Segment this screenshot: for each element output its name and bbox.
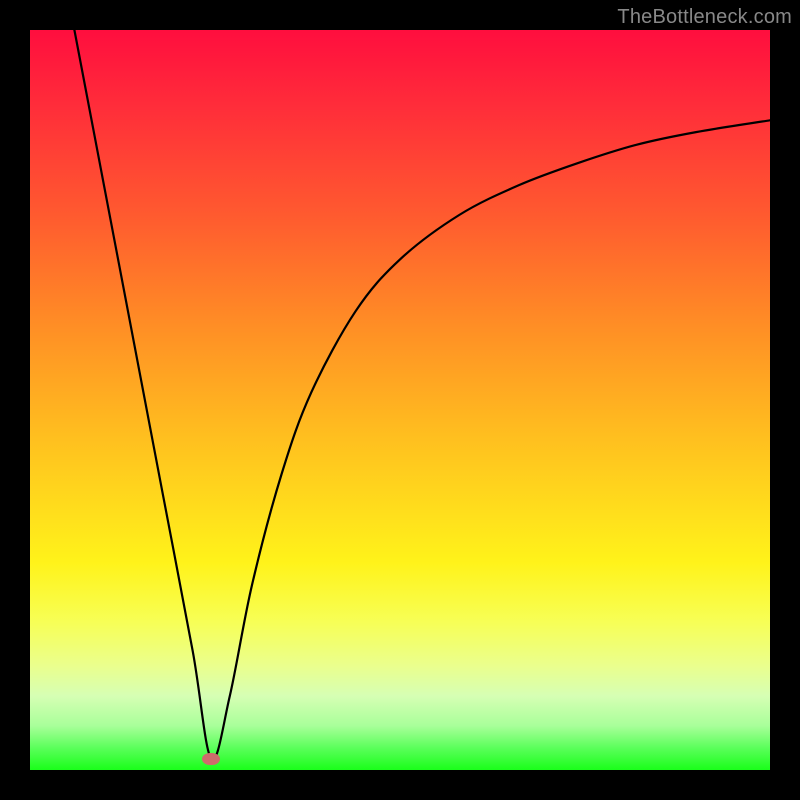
outer-frame: TheBottleneck.com xyxy=(0,0,800,800)
minimum-marker xyxy=(202,753,220,765)
plot-area xyxy=(30,30,770,770)
curve-svg xyxy=(30,30,770,770)
watermark-text: TheBottleneck.com xyxy=(617,6,792,29)
bottleneck-curve xyxy=(74,30,770,760)
